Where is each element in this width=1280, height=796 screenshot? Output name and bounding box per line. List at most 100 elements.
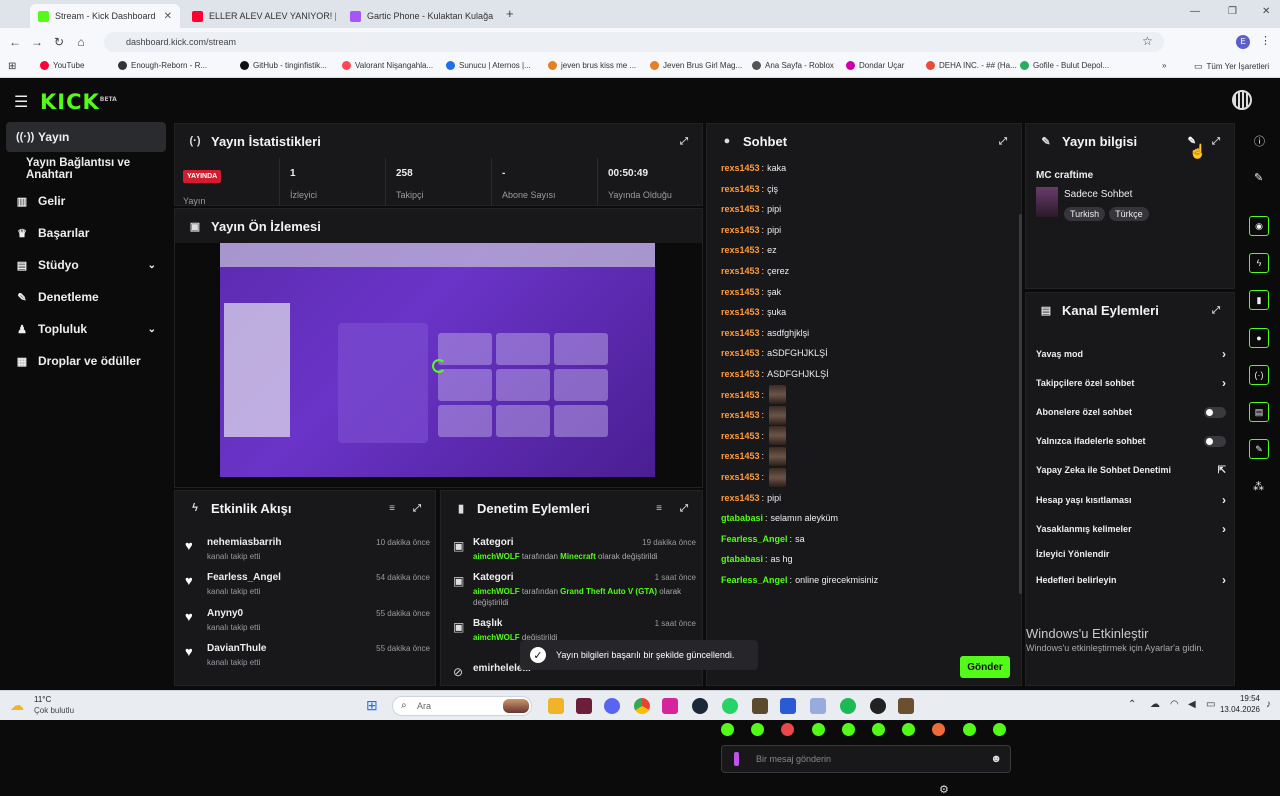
emote-button[interactable] [721,723,734,736]
emote-button[interactable] [811,723,825,736]
tray-chevron-icon[interactable]: ⌃ [1128,699,1136,710]
bookmark-item[interactable]: Valorant Nişangahla... [342,61,433,70]
emote-button[interactable] [992,723,1006,736]
minecraft-icon[interactable] [752,698,768,714]
clock-time[interactable]: 19:54 [1222,694,1260,703]
account-age-row[interactable]: Hesap yaşı kısıtlaması › [1036,489,1226,511]
chat-username[interactable]: rexs1453 [721,348,760,358]
app-icon[interactable] [810,698,826,714]
bookmark-item[interactable]: Sunucu | Aternos |... [446,61,531,70]
bookmark-item[interactable]: Dondar Uçar [846,61,904,70]
chat-message-input[interactable]: Bir mesaj gönderin ☻ [721,745,1011,773]
app-icon[interactable] [780,698,796,714]
chat-username[interactable]: rexs1453 [721,163,760,173]
emote-button[interactable] [962,723,976,736]
chat-username[interactable]: rexs1453 [721,472,760,482]
menu-kebab-icon[interactable]: ⋮ [1260,34,1271,47]
subscribers-only-toggle[interactable] [1204,406,1226,418]
emote-button[interactable] [781,723,795,736]
reload-icon[interactable]: ↻ [48,35,70,49]
rail-channel-icon[interactable]: ▤ [1249,402,1269,422]
chat-username[interactable]: Fearless_Angel [721,575,788,585]
emotes-only-toggle[interactable] [1204,435,1226,447]
expand-icon[interactable]: ⤢ [1212,136,1220,147]
expand-icon[interactable]: ⤢ [1212,305,1220,316]
browser-tab[interactable]: ELLER ALEV ALEV YANIYOR! | O ✕ [184,4,336,28]
host-viewers-row[interactable]: İzleyici Yönlendir [1036,543,1226,565]
app-icon[interactable] [870,698,886,714]
whatsapp-icon[interactable] [722,698,738,714]
forward-icon[interactable]: → [26,35,48,49]
chat-username[interactable]: rexs1453 [721,451,760,461]
emote-button[interactable] [932,723,946,736]
sidebar-item-studyo[interactable]: ▤ Stüdyo ⌄ [6,250,166,280]
apps-grid-icon[interactable]: ⊞ [8,61,16,72]
rail-broadcast-icon[interactable]: (·) [1249,365,1269,385]
chat-username[interactable]: rexs1453 [721,287,760,297]
rail-wrench-icon[interactable]: ✎ [1249,439,1269,459]
send-button[interactable]: Gönder [960,656,1010,678]
chat-username[interactable]: gtababasi [721,554,763,564]
bookmark-item[interactable]: YouTube [40,61,84,70]
sidebar-item-stream-key[interactable]: Yayın Bağlantısı ve Anahtarı [6,154,172,184]
minecraft-icon[interactable] [898,698,914,714]
chat-username[interactable]: rexs1453 [721,204,760,214]
chat-username[interactable]: rexs1453 [721,307,760,317]
battery-icon[interactable]: ▭ [1206,699,1215,710]
bookmark-item[interactable]: Enough-Reborn - R... [118,61,207,70]
notification-bell-icon[interactable]: ♪ [1266,699,1271,710]
sidebar-item-gelir[interactable]: ▥ Gelir [6,186,166,216]
browser-tab[interactable]: Stream - Kick Dashboard ✕ [30,4,180,28]
expand-icon[interactable]: ⤢ [413,503,421,514]
profile-avatar[interactable]: E [1236,35,1250,49]
volume-icon[interactable]: ◀ [1188,699,1196,710]
emote-button[interactable] [841,723,855,736]
chat-username[interactable]: rexs1453 [721,493,760,503]
rail-community-icon[interactable]: ⁂ [1253,480,1264,493]
followers-only-row[interactable]: Takipçilere özel sohbet › [1036,372,1226,394]
expand-icon[interactable]: ⤢ [680,136,688,147]
more-bookmarks-icon[interactable]: » [1162,61,1166,70]
ai-moderation-row[interactable]: Yapay Zeka ile Sohbet Denetimi ⇱ [1036,459,1226,481]
minimize-icon[interactable]: — [1190,6,1200,17]
emote-button[interactable] [872,723,885,736]
stream-preview-video[interactable] [220,243,655,477]
restore-icon[interactable]: ❐ [1228,6,1237,17]
url-field[interactable]: dashboard.kick.com/stream [104,32,1164,52]
bookmark-item[interactable]: Jeven Brus Girl Mag... [650,61,742,70]
discord-icon[interactable] [604,698,620,714]
chat-username[interactable]: rexs1453 [721,245,760,255]
tray-app-icon[interactable]: ☁ [1150,699,1160,710]
chat-username[interactable]: rexs1453 [721,225,760,235]
chat-username[interactable]: rexs1453 [721,431,760,441]
rail-document-icon[interactable]: ▮ [1249,290,1269,310]
chat-username[interactable]: rexs1453 [721,369,760,379]
sidebar-item-basarilar[interactable]: ♛ Başarılar [6,218,166,248]
close-tab-icon[interactable]: ✕ [499,11,500,22]
close-window-icon[interactable]: ✕ [1262,6,1270,17]
rail-chat-icon[interactable]: ● [1249,328,1269,348]
expand-icon[interactable]: ⤢ [680,503,688,514]
chat-username[interactable]: gtababasi [721,513,763,523]
banned-words-row[interactable]: Yasaklanmış kelimeler › [1036,518,1226,540]
app-icon[interactable] [576,698,592,714]
set-goals-row[interactable]: Hedefleri belirleyin › [1036,569,1226,591]
close-tab-icon[interactable]: ✕ [164,11,172,22]
filter-icon[interactable]: ≡ [656,503,662,514]
bookmark-item[interactable]: Ana Sayfa - Roblox [752,61,834,70]
expand-icon[interactable]: ⤢ [999,136,1007,147]
chat-scrollbar[interactable] [1019,214,1022,594]
user-avatar[interactable] [1232,90,1252,110]
sidebar-item-denetleme[interactable]: ✎ Denetleme [6,282,166,312]
sidebar-item-droplar[interactable]: ▦ Droplar ve ödüller [6,346,166,376]
wifi-icon[interactable]: ◠ [1170,699,1179,710]
kick-logo[interactable]: KICKBETA [40,90,117,114]
taskbar-search[interactable]: ⌕ Ara [392,696,532,716]
file-explorer-icon[interactable] [548,698,564,714]
clock-date[interactable]: 13.04.2026 [1216,705,1260,714]
hamburger-menu-icon[interactable]: ☰ [14,92,28,112]
chat-username[interactable]: rexs1453 [721,328,760,338]
bookmark-item[interactable]: GitHub - tinginfistik... [240,61,327,70]
chat-username[interactable]: rexs1453 [721,390,760,400]
instagram-icon[interactable] [662,698,678,714]
